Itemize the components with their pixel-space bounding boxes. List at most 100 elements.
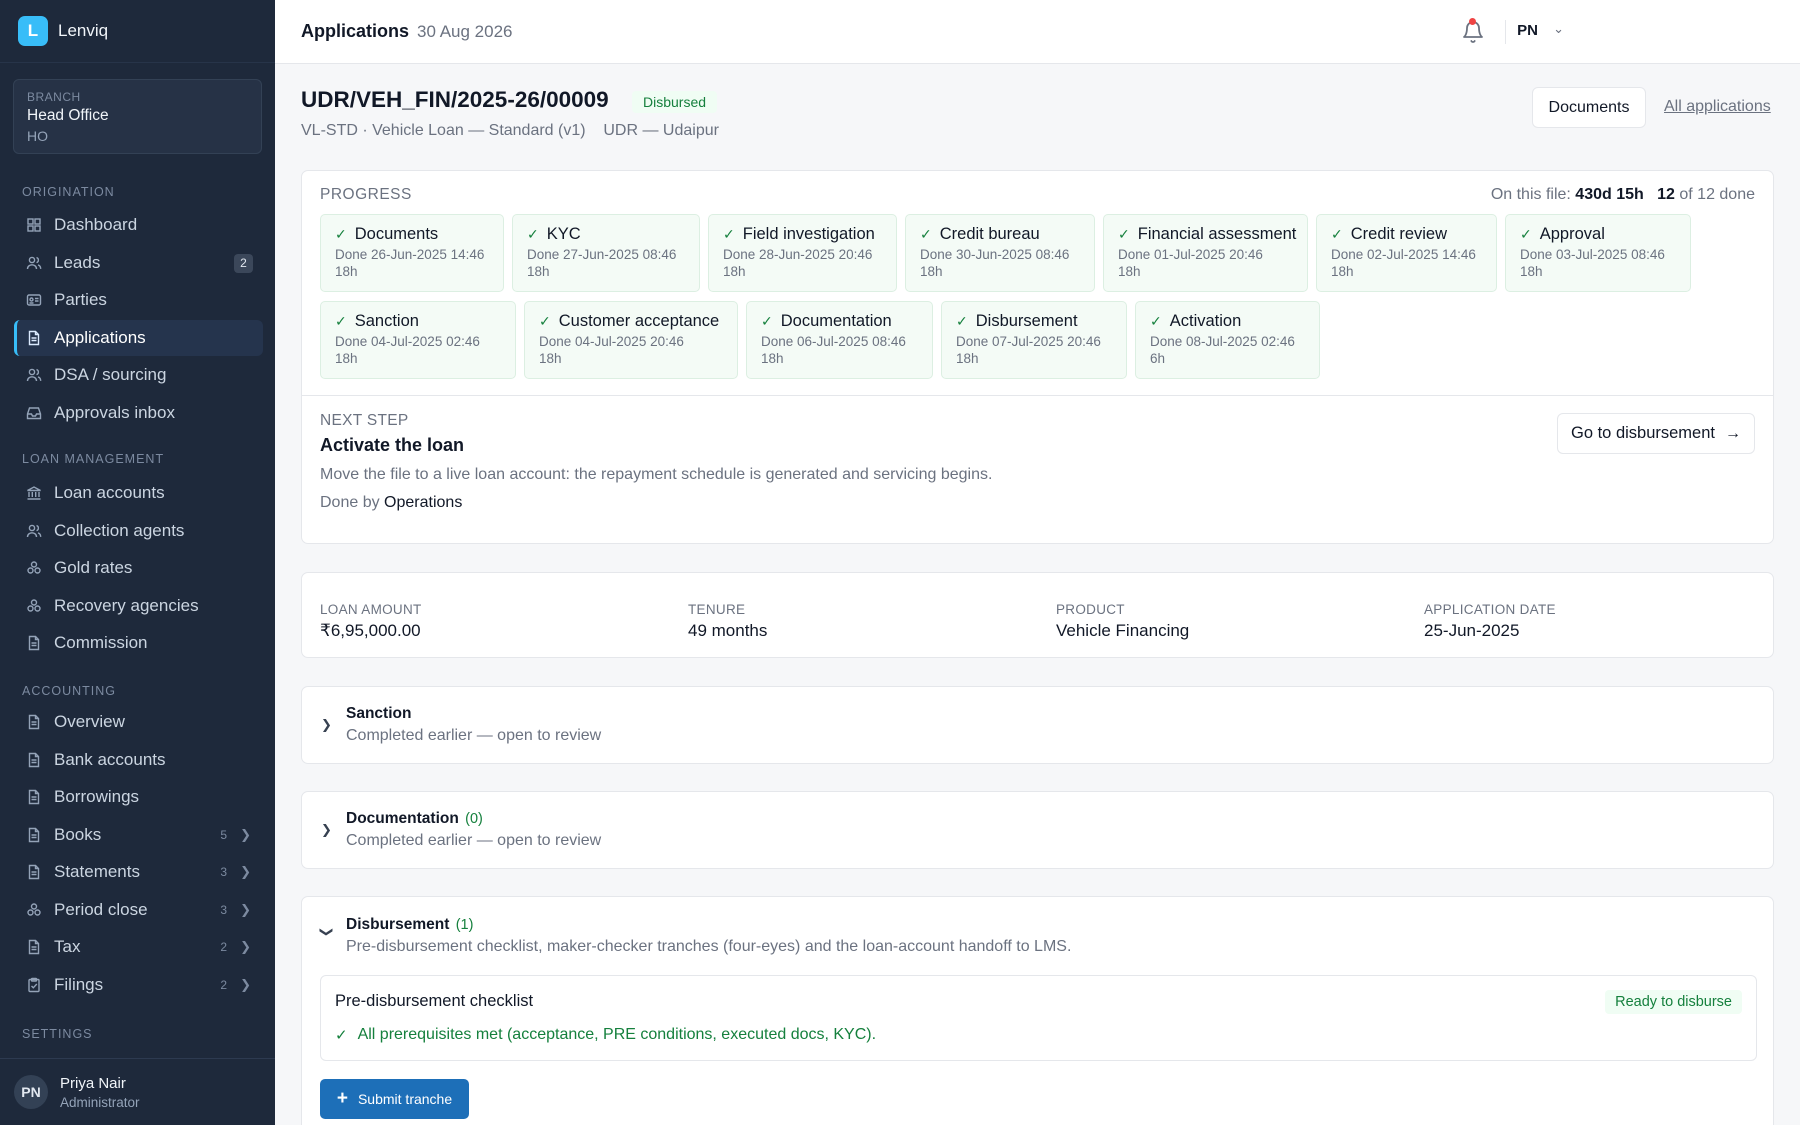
stage-done-time: Done 26-Jun-2025 14:46 [335,247,485,262]
chevron-right-icon[interactable]: ❯ [240,864,251,880]
sidebar-item-label: Parties [54,290,107,309]
chevron-down-icon[interactable]: ⌄ [1553,21,1564,37]
arrow-right-icon: → [1725,424,1741,442]
sidebar-item-gold-rates[interactable]: Gold rates [14,550,263,586]
stage-disbursement[interactable]: ✓ Disbursement Done 07-Jul-2025 20:46 18h [941,301,1127,379]
stage-duration: 18h [1520,264,1543,279]
stage-documents[interactable]: ✓ Documents Done 26-Jun-2025 14:46 18h [320,214,504,292]
stage-done-time: Done 02-Jul-2025 14:46 [1331,247,1476,262]
stage-duration: 18h [539,351,562,366]
section-title: Documentation (0) [346,810,483,828]
chevron-right-icon[interactable]: ❯ [240,902,251,918]
branch-label: BRANCH [27,90,81,104]
stage-title-text: Financial assessment [1137,225,1297,243]
sidebar-item-loan-accounts[interactable]: Loan accounts [14,475,263,511]
check-icon: ✓ [723,226,735,242]
stage-financial-assessment[interactable]: ✓ Financial assessment Done 01-Jul-2025 20… [1103,214,1308,292]
documentation-section[interactable]: ❯ Documentation (0) Completed earlier — … [301,791,1774,869]
summary-label-loan-amount: LOAN AMOUNT [320,602,422,617]
page-title: Applications [301,21,410,41]
sidebar-item-statements[interactable]: Statements 3 ❯ [14,854,263,890]
notification-dot [1469,18,1476,25]
stage-duration: 18h [723,264,746,279]
sidebar-item-label: Tax [54,937,81,956]
chevron-right-icon[interactable]: ❯ [240,939,251,955]
coins-icon [26,598,42,614]
sidebar-item-collection-agents[interactable]: Collection agents [14,513,263,549]
summary-value-loan-amount: ₹6,95,000.00 [320,621,421,640]
stage-customer-acceptance[interactable]: ✓ Customer acceptance Done 04-Jul-2025 20:… [524,301,738,379]
branch-selector[interactable]: BRANCH Head Office HO [13,79,262,154]
sidebar-item-recovery-agencies[interactable]: Recovery agencies [14,588,263,624]
all-applications-link[interactable]: All applications [1664,98,1771,116]
chevron-down-icon[interactable]: ❯ [318,927,334,938]
sidebar-item-period-close[interactable]: Period close 3 ❯ [14,892,263,928]
checklist-item-text: All prerequisites met (acceptance, PRE c… [357,1026,877,1043]
sidebar-item-bank-accounts[interactable]: Bank accounts [14,742,263,778]
summary-label-application-date: APPLICATION DATE [1424,602,1556,617]
count-badge: 2 [234,253,253,273]
stage-done-time: Done 03-Jul-2025 08:46 [1520,247,1665,262]
chevron-right-icon[interactable]: ❯ [240,977,251,993]
stage-title: ✓ Documents [335,225,503,244]
stage-field-investigation[interactable]: ✓ Field investigation Done 28-Jun-2025 20:… [708,214,897,292]
go-to-disbursement-button[interactable]: Go to disbursement → [1557,413,1755,454]
section-title-text: Disbursement [346,916,450,933]
progress-meta: On this file: 430d 15h 12 of 12 done [1491,186,1755,204]
sidebar-item-filings[interactable]: Filings 2 ❯ [14,967,263,1003]
documents-button[interactable]: Documents [1532,87,1646,128]
user-menu-initials[interactable]: PN [1517,22,1538,39]
nav-section-accounting: ACCOUNTING [22,684,117,698]
brand-logo: L [18,16,48,46]
sidebar-item-dsa-sourcing[interactable]: DSA / sourcing [14,357,263,393]
section-subtitle: Completed earlier — open to review [346,727,602,744]
stage-done-time: Done 06-Jul-2025 08:46 [761,334,906,349]
check-icon: ✓ [335,226,347,242]
stage-duration: 6h [1150,351,1166,366]
disbursement-section: ❯ Disbursement (1) Pre-disbursement chec… [301,896,1774,1125]
sidebar-item-dashboard[interactable]: Dashboard [14,207,263,243]
sidebar-item-books[interactable]: Books 5 ❯ [14,817,263,853]
stage-approval[interactable]: ✓ Approval Done 03-Jul-2025 08:46 18h [1505,214,1691,292]
file-icon [26,827,42,843]
status-badge: Disbursed [632,91,718,113]
sidebar-item-approvals-inbox[interactable]: Approvals inbox [14,395,263,431]
stage-done-time: Done 07-Jul-2025 20:46 [956,334,1101,349]
stage-credit-bureau[interactable]: ✓ Credit bureau Done 30-Jun-2025 08:46 18h [905,214,1095,292]
submit-tranche-button[interactable]: + Submit tranche [320,1079,469,1119]
sidebar-item-parties[interactable]: Parties [14,282,263,318]
check-icon: ✓ [335,1027,348,1044]
stage-sanction[interactable]: ✓ Sanction Done 04-Jul-2025 02:46 18h [320,301,516,379]
sidebar-item-tax[interactable]: Tax 2 ❯ [14,929,263,965]
sidebar-item-applications[interactable]: Applications [14,319,263,356]
stage-duration: 18h [527,264,550,279]
sidebar: L Lenviq BRANCH Head Office HO ORIGINATI… [0,0,275,1125]
chevron-right-icon[interactable]: ❯ [240,827,251,843]
sidebar-item-label: Leads [54,252,101,272]
chevron-right-icon[interactable]: ❯ [321,822,332,838]
stage-kyc[interactable]: ✓ KYC Done 27-Jun-2025 08:46 18h [512,214,700,292]
sanction-section[interactable]: ❯ Sanction Completed earlier — open to r… [301,686,1774,764]
file-icon [26,635,42,651]
page-date: 30 Aug 2026 [417,22,513,41]
divider [302,395,1773,396]
brand[interactable]: L Lenviq [0,0,275,63]
sidebar-item-label: Collection agents [54,520,185,540]
sidebar-item-label: Recovery agencies [54,595,199,615]
sidebar-item-overview[interactable]: Overview [14,704,263,740]
stage-title: ✓ Documentation [761,312,932,331]
sidebar-item-leads[interactable]: Leads 2 [14,245,263,281]
user-profile[interactable]: PN Priya Nair Administrator [0,1058,275,1125]
stage-done-time: Done 30-Jun-2025 08:46 [920,247,1070,262]
stage-credit-review[interactable]: ✓ Credit review Done 02-Jul-2025 14:46 18h [1316,214,1497,292]
chevron-right-icon[interactable]: ❯ [321,717,332,733]
section-count: (1) [455,917,474,933]
sidebar-item-commission[interactable]: Commission [14,625,263,661]
stage-activation[interactable]: ✓ Activation Done 08-Jul-2025 02:46 6h [1135,301,1320,379]
summary-value-product: Vehicle Financing [1056,621,1190,640]
check-icon: ✓ [1520,226,1532,242]
divider [1505,20,1506,44]
stage-title-text: Documents [354,225,439,243]
stage-documentation[interactable]: ✓ Documentation Done 06-Jul-2025 08:46 18h [746,301,933,379]
sidebar-item-borrowings[interactable]: Borrowings [14,779,263,815]
